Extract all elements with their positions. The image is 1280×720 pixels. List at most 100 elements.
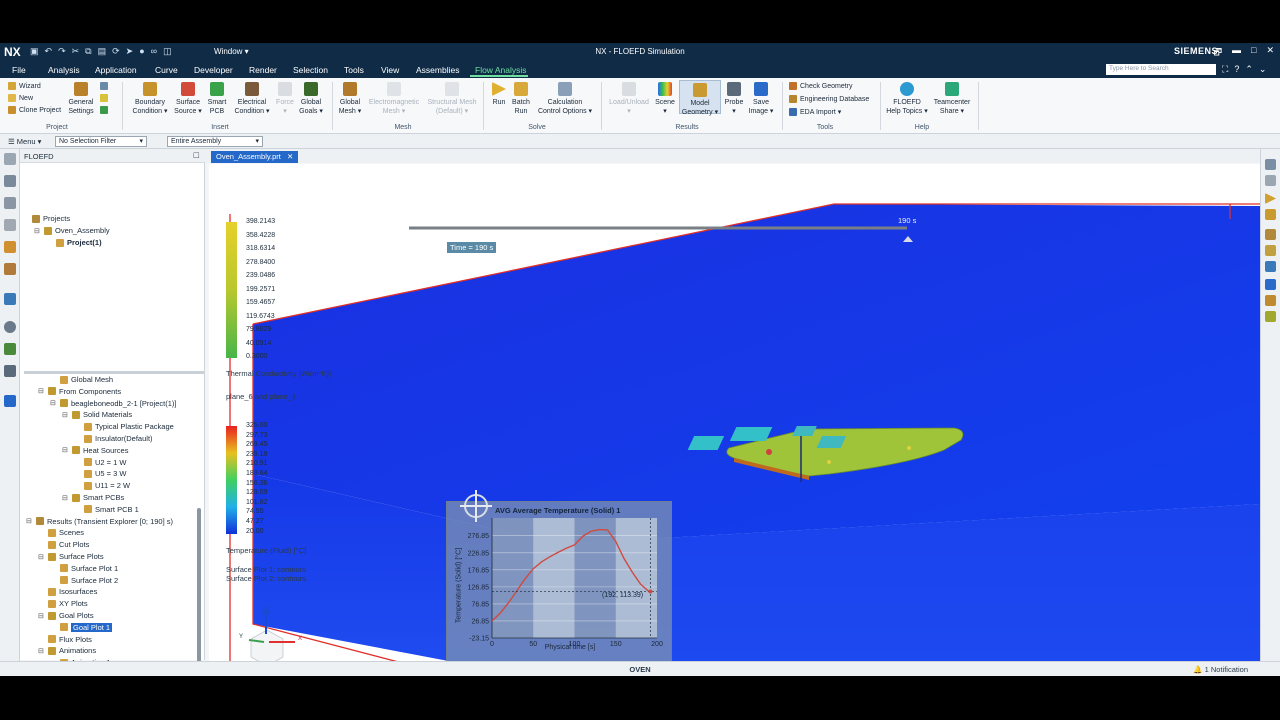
web-browser-icon[interactable] [4,293,16,305]
tree-node[interactable]: Typical Plastic Package [74,422,174,431]
collapse-toggle-icon[interactable]: ⊟ [38,647,45,655]
new-project-button[interactable]: New [8,94,33,102]
collapse-toggle-icon[interactable]: ⊟ [38,612,45,620]
tree-node[interactable]: Surface Plot 2 [50,576,118,585]
tree-node[interactable]: Surface Plot 1 [50,564,118,573]
tree-node[interactable]: U5 = 3 W [74,469,126,478]
part-navigator-icon[interactable] [4,175,16,187]
global-mesh-button[interactable]: Global Mesh ▾ [336,82,364,116]
collapse-toggle-icon[interactable]: ⊟ [50,399,57,407]
tree-node[interactable]: ⊟ Solid Materials [62,410,132,419]
tree-node[interactable]: ⊟ Goal Plots [38,611,94,620]
collapse-toggle-icon[interactable]: ⊟ [38,553,45,561]
boundary-condition-button[interactable]: Boundary Condition ▾ [128,82,172,116]
collapse-toggle-icon[interactable]: ⊟ [62,494,69,502]
wizard-button[interactable]: Wizard [8,82,41,90]
tree-node[interactable]: ⊟ Surface Plots [38,552,104,561]
collapse-toggle-icon[interactable]: ⊟ [38,387,45,395]
close-tab-icon[interactable]: ✕ [287,152,293,161]
assembly-navigator-icon[interactable] [4,197,16,209]
general-settings-button[interactable]: General Settings [64,82,98,116]
graphics-viewport[interactable]: 190 s Time = 190 s 398.2143 358.4228 318.6… [209,164,1260,663]
tree-node[interactable]: Goal Plot 1 [50,622,113,632]
minimize-button[interactable]: ▬ [1232,45,1241,61]
tree-node[interactable]: U11 = 2 W [74,481,130,490]
ribbon-expand-icon[interactable]: ⌄ [1259,64,1267,75]
tree-node[interactable]: Projects [22,214,70,223]
menu-render[interactable]: Render [249,65,277,75]
check-geometry-button[interactable]: Check Geometry [789,82,853,90]
tree-vertical-scrollbar[interactable] [197,508,201,676]
restore-layout-button[interactable]: 🗗 [1214,45,1222,61]
menu-tools[interactable]: Tools [344,65,364,75]
tree-node[interactable]: Cut Plots [38,540,89,549]
tree-node[interactable]: Smart PCB 1 [74,505,139,514]
menu-curve[interactable]: Curve [155,65,178,75]
model-geometry-button[interactable]: Model Geometry ▾ [679,80,721,116]
collapse-toggle-icon[interactable]: ⊟ [62,446,69,454]
goal-plot-overlay[interactable]: AVG Average Temperature (Solid) 1 -23.15… [446,490,672,663]
analysis-icon[interactable] [4,343,16,355]
electromagnetic-mesh-button[interactable]: Electromagnetic Mesh ▾ [364,82,424,116]
results-icon[interactable] [1265,229,1276,240]
structural-mesh-button[interactable]: Structural Mesh (Default) ▾ [424,82,480,116]
run-button[interactable]: Run [488,82,510,107]
menu-button[interactable]: ☰ Menu ▾ [8,137,41,146]
tree-node[interactable]: ⊟ Oven_Assembly [34,226,110,235]
menu-view[interactable]: View [381,65,399,75]
calculation-control-button[interactable]: Calculation Control Options ▾ [532,82,598,116]
tree-node[interactable]: ⊟ beagleboneodb_2-1 [Project(1)] [50,399,177,408]
floefd-navigator-icon[interactable] [4,395,16,407]
tree-node[interactable]: XY Plots [38,599,88,608]
collapse-toggle-icon[interactable]: ⊟ [62,411,69,419]
surface-source-button[interactable]: Surface Source ▾ [172,82,204,116]
model-icon[interactable] [1265,209,1276,220]
electrical-condition-button[interactable]: Electrical Condition ▾ [230,82,274,116]
tab-oven-assembly[interactable]: Oven_Assembly.prt ✕ [211,151,299,163]
menu-file[interactable]: File [12,65,26,75]
tree-node[interactable]: Project(1) [46,238,102,247]
collapse-toggle-icon[interactable]: ⊟ [34,227,41,235]
ruler-icon[interactable] [1265,311,1276,322]
maximize-panel-icon[interactable]: □ [194,150,199,160]
reuse-library-icon[interactable] [4,241,16,253]
clipboard-icon[interactable] [1265,261,1276,272]
tree-node[interactable]: Insulator(Default) [74,434,153,443]
play-icon[interactable] [1265,193,1276,204]
menu-assemblies[interactable]: Assemblies [416,65,459,75]
tree-node[interactable]: ⊟ From Components [38,387,121,396]
tree-node[interactable]: ⊟ Smart PCBs [62,493,124,502]
move-cursor-icon[interactable] [458,488,494,524]
tree-node[interactable]: Isosurfaces [38,587,97,596]
tree-node[interactable]: ⊟ Heat Sources [62,446,128,455]
notification-button[interactable]: 🔔 1 Notification [1193,665,1248,674]
menu-selection[interactable]: Selection [293,65,328,75]
probe-button[interactable]: Probe ▾ [722,82,746,116]
tree-node[interactable]: ⊟ Results (Transient Explorer [0; 190] s) [26,517,173,526]
engineering-database-button[interactable]: Engineering Database [789,95,869,103]
load-unload-button[interactable]: Load/Unload ▾ [606,82,652,116]
help-icon[interactable]: ? [1234,64,1239,75]
save-image-button[interactable]: Save Image ▾ [746,82,776,116]
tree-node[interactable]: Global Mesh [50,375,113,384]
force-button[interactable]: Force ▾ [272,82,298,116]
view-icon[interactable] [1265,159,1276,170]
menu-analysis[interactable]: Analysis [48,65,80,75]
fullscreen-icon[interactable]: ⛶ [1222,64,1228,75]
system-materials-icon[interactable] [4,365,16,377]
panel-splitter[interactable] [24,371,204,374]
collapse-icon[interactable]: ⌃ [1245,64,1253,75]
sheet-icon[interactable] [100,94,108,102]
layer-icon[interactable] [1265,175,1276,186]
menu-application[interactable]: Application [95,65,137,75]
global-goals-button[interactable]: Global Goals ▾ [296,82,326,116]
check-icon[interactable] [100,106,108,114]
clone-project-button[interactable]: Clone Project [8,106,61,114]
scene-button[interactable]: Scene ▾ [652,82,678,116]
floefd-help-button[interactable]: FLOEFD Help Topics ▾ [884,82,930,116]
annotation-icon[interactable] [1265,295,1276,306]
selection-scope-dropdown[interactable]: Entire Assembly ▾ [167,136,263,147]
menu-flow-analysis[interactable]: Flow Analysis [475,65,527,75]
export-icon[interactable] [1265,279,1276,290]
smart-pcb-button[interactable]: Smart PCB [204,82,230,116]
